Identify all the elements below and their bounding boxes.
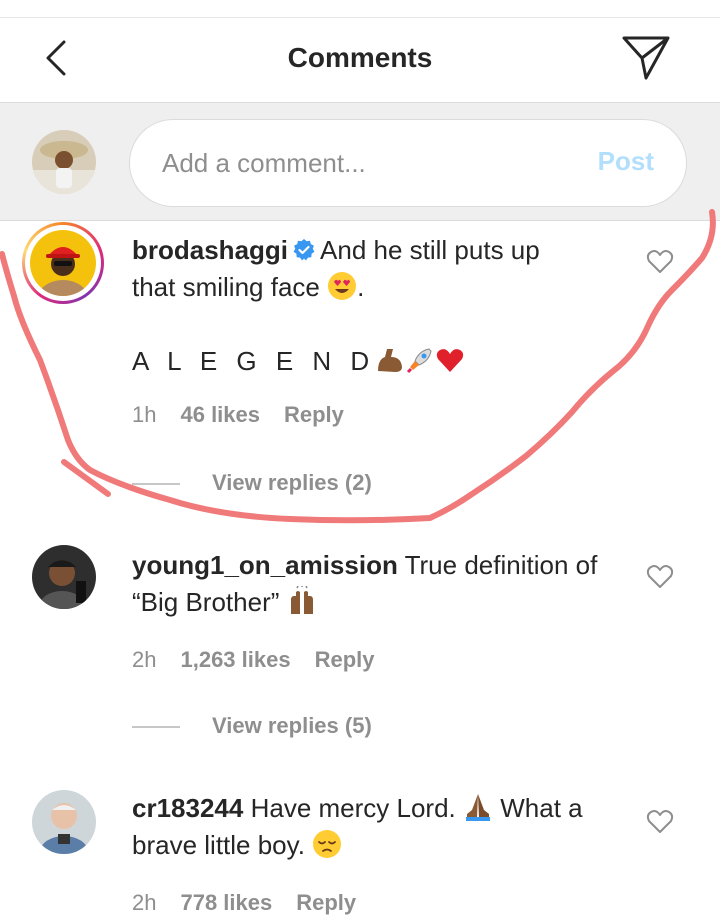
comment-text-line: True definition of	[404, 550, 598, 580]
comment-username[interactable]: brodashaggi	[132, 235, 288, 265]
reply-button[interactable]: Reply	[315, 647, 375, 672]
reply-button[interactable]: Reply	[296, 890, 356, 915]
comment-username[interactable]: young1_on_amission	[132, 550, 398, 580]
comment-input-wrapper: Post	[129, 119, 687, 207]
post-button[interactable]: Post	[598, 146, 654, 177]
comment-time: 1h	[132, 402, 157, 427]
comment-text: cr183244 Have mercy Lord. What a brave l…	[132, 790, 632, 864]
comment-time: 2h	[132, 890, 157, 915]
avatar	[30, 230, 96, 296]
comment-text-line: “Big Brother”	[132, 587, 280, 617]
comment-extra-text: A L E G E N D	[132, 346, 376, 376]
replies-divider	[132, 483, 180, 486]
view-replies-label: View replies (5)	[212, 713, 372, 738]
page-title: Comments	[287, 42, 433, 73]
replies-divider	[132, 726, 180, 729]
comment-meta: 2h 778 likes Reply	[132, 890, 380, 916]
current-user-avatar	[32, 130, 96, 194]
comment-text: young1_on_amission True definition of “B…	[132, 547, 632, 621]
status-strip	[0, 0, 720, 18]
paper-plane-icon[interactable]	[620, 32, 672, 84]
comment-composer: Post	[0, 102, 720, 221]
comment-text-end: .	[357, 272, 365, 302]
heart-icon[interactable]	[646, 563, 674, 589]
comment-text-line: that smiling face	[132, 272, 320, 302]
red-heart-emoji	[437, 349, 464, 372]
comment-text-line: Have mercy Lord.	[250, 793, 456, 823]
comment-input[interactable]	[162, 142, 562, 184]
comment-likes[interactable]: 778 likes	[180, 890, 272, 915]
heart-icon[interactable]	[646, 808, 674, 834]
comment-text-line: What a	[500, 793, 583, 823]
folded-hands-emoji	[466, 794, 490, 821]
comment-text: brodashaggi And he still puts up that sm…	[132, 232, 632, 380]
comment-text-line: And he still puts up	[320, 235, 540, 265]
pensive-face-emoji	[313, 830, 342, 858]
comment-username[interactable]: cr183244	[132, 793, 243, 823]
view-replies-button[interactable]: View replies (5)	[132, 713, 372, 739]
comment-meta: 2h 1,263 likes Reply	[132, 647, 399, 673]
view-replies-label: View replies (2)	[212, 470, 372, 495]
heart-icon[interactable]	[646, 248, 674, 274]
story-ring-avatar[interactable]	[22, 222, 104, 304]
comment-text-line: brave little boy.	[132, 830, 305, 860]
flexed-biceps-emoji	[378, 349, 403, 372]
rocket-emoji	[407, 348, 432, 374]
reply-button[interactable]: Reply	[284, 402, 344, 427]
comment-likes[interactable]: 1,263 likes	[180, 647, 290, 672]
comment-time: 2h	[132, 647, 157, 672]
verified-badge-icon	[293, 239, 315, 261]
header: Comments	[0, 18, 720, 102]
avatar[interactable]	[32, 790, 96, 854]
comment-meta: 1h 46 likes Reply	[132, 402, 368, 428]
raising-hands-emoji	[290, 586, 313, 614]
comment-likes[interactable]: 46 likes	[180, 402, 260, 427]
avatar[interactable]	[32, 545, 96, 609]
heart-eyes-emoji	[328, 272, 357, 300]
view-replies-button[interactable]: View replies (2)	[132, 470, 372, 496]
